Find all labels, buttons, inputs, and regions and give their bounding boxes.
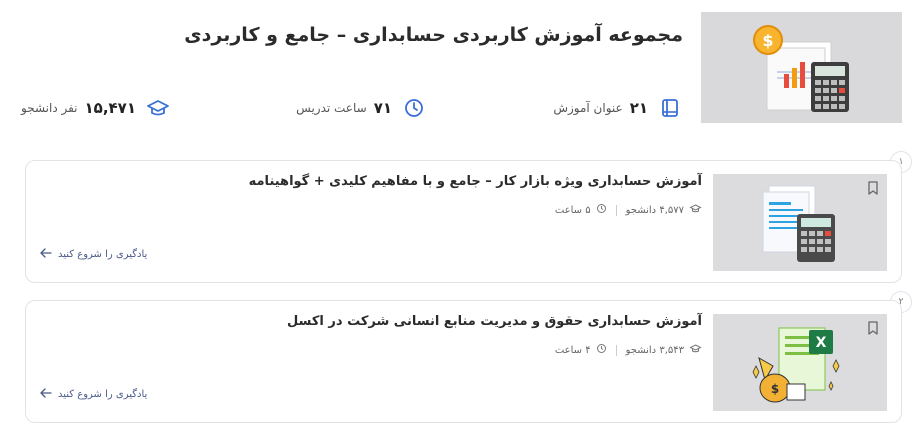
svg-text:X: X: [816, 335, 827, 351]
stat-hours-label: ساعت تدریس: [296, 101, 367, 115]
stat-hours-value: ۷۱: [373, 99, 392, 117]
graduation-cap-icon: [689, 203, 702, 217]
course-title[interactable]: آموزش حسابداری ویژه بازار کار – جامع و ب…: [249, 174, 702, 189]
start-learning-link[interactable]: یادگیری را شروع کنید: [40, 248, 147, 261]
stat-students-value: ۱۵,۴۷۱: [84, 99, 136, 117]
clock-icon: [399, 93, 432, 126]
graduation-cap-icon: [143, 93, 176, 126]
course-thumbnail: [713, 174, 887, 271]
book-icon: [655, 93, 688, 126]
stat-students-label: نفر دانشجو: [21, 101, 78, 115]
course-card[interactable]: آموزش حسابداری ویژه بازار کار – جامع و ب…: [25, 160, 902, 283]
clock-icon: [596, 203, 607, 217]
course-duration: ۵ ساعت: [554, 204, 591, 216]
course-students: ۳,۵۴۳ دانشجو: [625, 344, 684, 356]
svg-text:$: $: [771, 382, 779, 396]
course-meta: ۳,۵۴۳ دانشجو ۴ ساعت: [555, 343, 702, 357]
stat-hours: ۷۱ ساعت تدریس: [296, 93, 432, 126]
start-learning-label: یادگیری را شروع کنید: [58, 389, 148, 400]
stat-courses-label: عنوان آموزش: [553, 101, 623, 115]
meta-divider: [615, 344, 617, 356]
bookmark-icon[interactable]: [867, 320, 879, 335]
collection-thumbnail: $: [701, 12, 902, 123]
start-learning-label: یادگیری را شروع کنید: [58, 249, 148, 260]
course-duration: ۴ ساعت: [554, 344, 591, 356]
course-title[interactable]: آموزش حسابداری حقوق و مدیریت منابع انسان…: [287, 314, 702, 329]
collection-title: مجموعه آموزش کاربردی حسابداری – جامع و ک…: [184, 24, 683, 46]
start-learning-link[interactable]: یادگیری را شروع کنید: [40, 388, 147, 401]
stat-courses-value: ۲۱: [629, 99, 648, 117]
arrow-left-icon: [40, 388, 52, 401]
stat-courses: ۲۱ عنوان آموزش: [553, 93, 688, 126]
arrow-left-icon: [40, 248, 52, 261]
bookmark-icon[interactable]: [867, 180, 879, 195]
course-students: ۴,۵۷۷ دانشجو: [625, 204, 684, 216]
course-card[interactable]: X $ آموزش حسابداری حقوق و مدیریت منابع ا…: [25, 300, 902, 423]
course-thumbnail: X $: [713, 314, 887, 411]
course-meta: ۴,۵۷۷ دانشجو ۵ ساعت: [555, 203, 702, 217]
svg-text:$: $: [762, 31, 773, 50]
graduation-cap-icon: [689, 343, 702, 357]
clock-icon: [596, 343, 607, 357]
stat-students: ۱۵,۴۷۱ نفر دانشجو: [21, 93, 176, 126]
meta-divider: [615, 204, 617, 216]
